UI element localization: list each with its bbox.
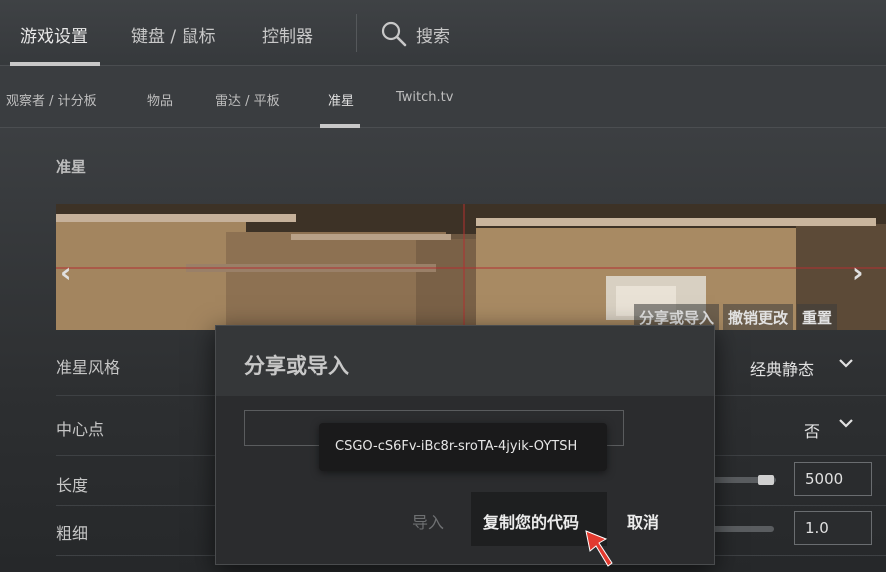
tab-controller[interactable]: 控制器: [262, 22, 313, 47]
preview-next-icon[interactable]: ›: [852, 256, 864, 289]
crosshair-preview: ‹ › 分享或导入 撤销更改 重置: [56, 204, 886, 330]
search-label[interactable]: 搜索: [416, 22, 450, 47]
nav-divider: [356, 14, 357, 52]
top-nav: 游戏设置 键盘 / 鼠标 控制器 搜索: [0, 0, 886, 66]
dialog-header: 分享或导入: [216, 326, 714, 396]
thickness-input[interactable]: 1.0: [794, 511, 872, 545]
subtab-items[interactable]: 物品: [147, 90, 173, 109]
setting-label: 准星风格: [56, 358, 121, 377]
share-code-tooltip: CSGO-cS6Fv-iBc8r-sroTA-4jyik-OYTSH: [319, 423, 607, 471]
dialog-title: 分享或导入: [244, 354, 349, 378]
subtab-crosshair[interactable]: 准星: [328, 90, 354, 109]
reset-button[interactable]: 重置: [797, 304, 838, 330]
subtab-twitch[interactable]: Twitch.tv: [396, 90, 453, 105]
undo-changes-button[interactable]: 撤销更改: [723, 304, 794, 330]
tab-game-settings[interactable]: 游戏设置: [20, 22, 88, 47]
setting-label: 长度: [56, 476, 89, 495]
subtab-radar-tablet[interactable]: 雷达 / 平板: [215, 90, 280, 109]
sub-nav: 观察者 / 计分板 物品 雷达 / 平板 准星 Twitch.tv: [0, 66, 886, 128]
chevron-down-icon[interactable]: [838, 418, 854, 430]
crosshair-style-select[interactable]: 经典静态: [750, 356, 814, 380]
subtab-spectator-scoreboard[interactable]: 观察者 / 计分板: [6, 90, 97, 109]
preview-prev-icon[interactable]: ‹: [60, 256, 72, 289]
import-button[interactable]: 导入: [412, 492, 444, 546]
tab-keyboard-mouse[interactable]: 键盘 / 鼠标: [131, 22, 216, 47]
setting-label: 中心点: [56, 420, 105, 439]
cancel-button[interactable]: 取消: [627, 492, 659, 546]
section-title: 准星: [56, 158, 87, 176]
length-input[interactable]: 5000: [794, 462, 872, 496]
setting-label: 粗细: [56, 524, 89, 543]
chevron-down-icon[interactable]: [838, 358, 854, 370]
cursor-arrow-icon: [585, 530, 613, 567]
search-icon[interactable]: [380, 20, 408, 48]
center-dot-select[interactable]: 否: [804, 418, 820, 442]
share-import-dialog: 分享或导入 CSGO-cS6Fv-iBc8r-sroTA-4jyik-OYTSH…: [215, 325, 715, 567]
length-slider-thumb[interactable]: [758, 475, 774, 485]
